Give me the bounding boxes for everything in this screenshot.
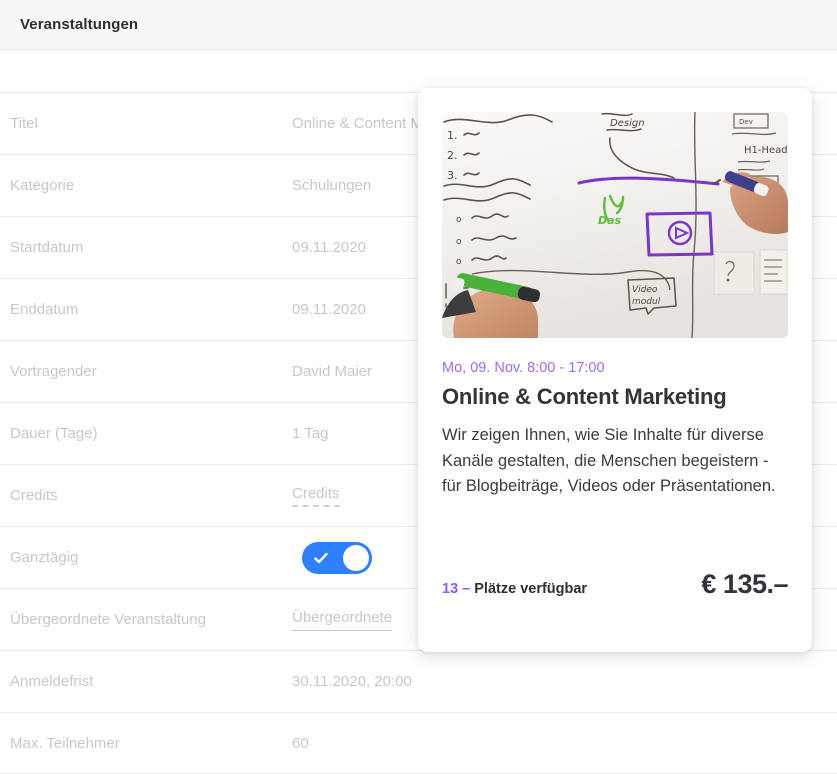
event-title: Online & Content Marketing [442,384,727,409]
seats-count: 13 – [442,581,471,597]
detail-row-value: 09.11.2020 [292,301,366,318]
detail-row-label: Anmeldefrist [10,673,94,690]
toggle-knob [343,544,369,571]
all-day-toggle-cell [302,541,372,574]
detail-row: Anmeldefrist 30.11.2020, 20:00 [0,650,837,712]
detail-row-value[interactable]: Übergeordnete [292,609,393,631]
detail-row-value[interactable]: Credits [292,485,340,507]
detail-row-label: Kategorie [10,177,75,194]
whiteboard-photo-illustration: 1. 2. 3. o o o Design Das Video modul De… [442,112,788,338]
detail-row-value: 1 Tag [292,425,329,442]
svg-text:3.: 3. [447,169,458,182]
detail-row-label: Credits [10,487,58,504]
detail-row-label: Max. Teilnehmer [10,734,120,752]
detail-row-label: Titel [10,115,38,132]
detail-row-value: 30.11.2020, 20:00 [292,673,412,690]
svg-text:o: o [456,257,462,267]
svg-text:1.: 1. [447,129,458,142]
svg-text:Dev: Dev [739,118,753,126]
detail-row-value: David Maier [292,363,373,380]
detail-row-value: 09.11.2020 [292,239,366,256]
all-day-toggle[interactable] [302,541,372,574]
seats-availability: 13 – Plätze verfügbar [442,581,587,597]
detail-row: Max. Teilnehmer 60 [0,712,837,774]
detail-row-value: 60 [292,734,309,752]
event-image: 1. 2. 3. o o o Design Das Video modul De… [442,112,788,338]
svg-text:2.: 2. [447,149,458,162]
event-description: Wir zeigen Ihnen, wie Sie Inhalte für di… [442,426,776,496]
detail-row-label: Vortragender [10,363,97,380]
event-preview-card[interactable]: 1. 2. 3. o o o Design Das Video modul De… [418,88,812,652]
svg-text:Das: Das [598,214,622,227]
svg-text:Video: Video [632,285,658,295]
detail-row-label: Ganztägig [10,549,79,566]
svg-text:Design: Design [610,118,645,129]
detail-row-label: Übergeordnete Veranstaltung [10,611,206,628]
check-icon [314,552,328,563]
detail-row-label: Startdatum [10,239,84,256]
event-date: Mo, 09. Nov. 8:00 - 17:00 [442,360,605,376]
detail-row-label: Enddatum [10,301,79,318]
seats-label: Plätze verfügbar [474,581,588,597]
svg-text:o: o [456,215,462,225]
svg-text:modul: modul [632,297,661,307]
event-card-footer: 13 – Plätze verfügbar € 135.– [442,569,788,600]
svg-text:H1-Head: H1-Head [744,145,788,156]
detail-row-label: Dauer (Tage) [10,425,98,442]
detail-row-value: Schulungen [292,177,372,194]
app-header-bar: Veranstaltungen [0,0,837,50]
svg-text:o: o [456,237,462,247]
page-title: Veranstaltungen [20,16,139,33]
event-price: € 135.– [701,569,788,599]
